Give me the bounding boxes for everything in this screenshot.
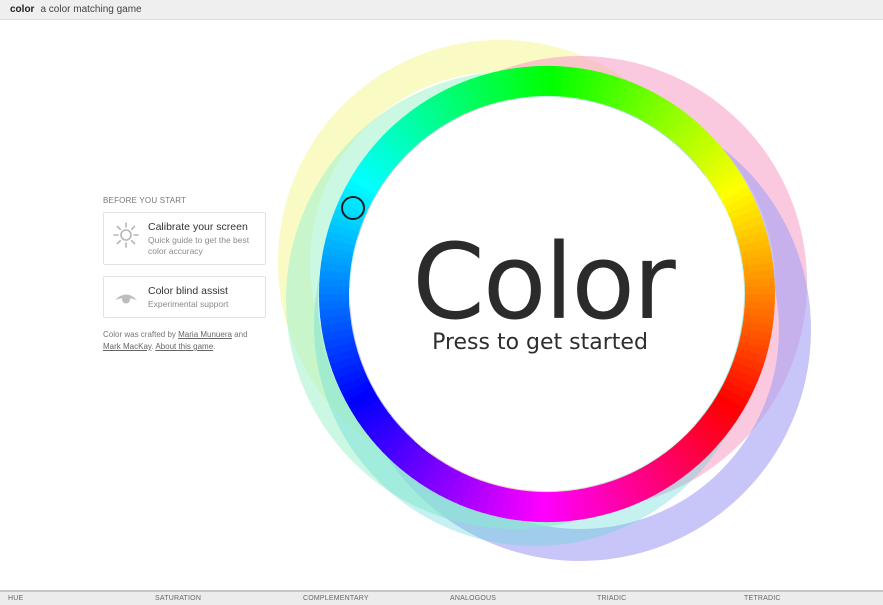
credits-and: and: [231, 330, 248, 339]
color-blind-card-text: Color blind assist Experimental support: [148, 285, 228, 310]
section-label: BEFORE YOU START: [103, 196, 187, 205]
app-window: color a color matching game Color Press …: [0, 0, 883, 605]
tab-triadic[interactable]: TRIADIC: [597, 595, 626, 602]
color-blind-card-title: Color blind assist: [148, 285, 228, 297]
tab-saturation[interactable]: SATURATION: [155, 595, 201, 602]
color-blind-assist-card[interactable]: Color blind assist Experimental support: [103, 276, 266, 318]
credits-prefix: Color was crafted by: [103, 330, 179, 339]
tab-tetradic[interactable]: TETRADIC: [744, 595, 781, 602]
about-game-link[interactable]: About this game: [155, 342, 213, 351]
tab-hue[interactable]: HUE: [8, 595, 23, 602]
calibrate-screen-card[interactable]: Calibrate your screen Quick guide to get…: [103, 212, 266, 265]
credits-text: Color was crafted by Maria Munuera and M…: [103, 329, 268, 353]
tab-analogous[interactable]: ANALOGOUS: [450, 595, 496, 602]
game-title: Color: [412, 221, 676, 343]
eye-icon: [115, 294, 137, 304]
calibrate-card-title: Calibrate your screen: [148, 221, 248, 233]
calibrate-card-subtitle: Quick guide to get the best color accura…: [148, 235, 250, 256]
credits-end: .: [213, 342, 216, 351]
sidebar: BEFORE YOU START Calibrate your screen Q…: [103, 196, 268, 353]
author-link-mark[interactable]: Mark MacKay: [103, 342, 151, 351]
mode-tab-bar: HUE SATURATION COMPLEMENTARY ANALOGOUS T…: [0, 590, 883, 605]
tab-complementary[interactable]: COMPLEMENTARY: [303, 595, 369, 602]
sun-icon: [113, 222, 139, 248]
start-prompt[interactable]: Color Press to get started: [372, 226, 714, 355]
calibrate-card-text: Calibrate your screen Quick guide to get…: [148, 221, 259, 257]
color-blind-card-subtitle: Experimental support: [148, 299, 229, 309]
author-link-maria[interactable]: Maria Munuera: [178, 330, 232, 339]
